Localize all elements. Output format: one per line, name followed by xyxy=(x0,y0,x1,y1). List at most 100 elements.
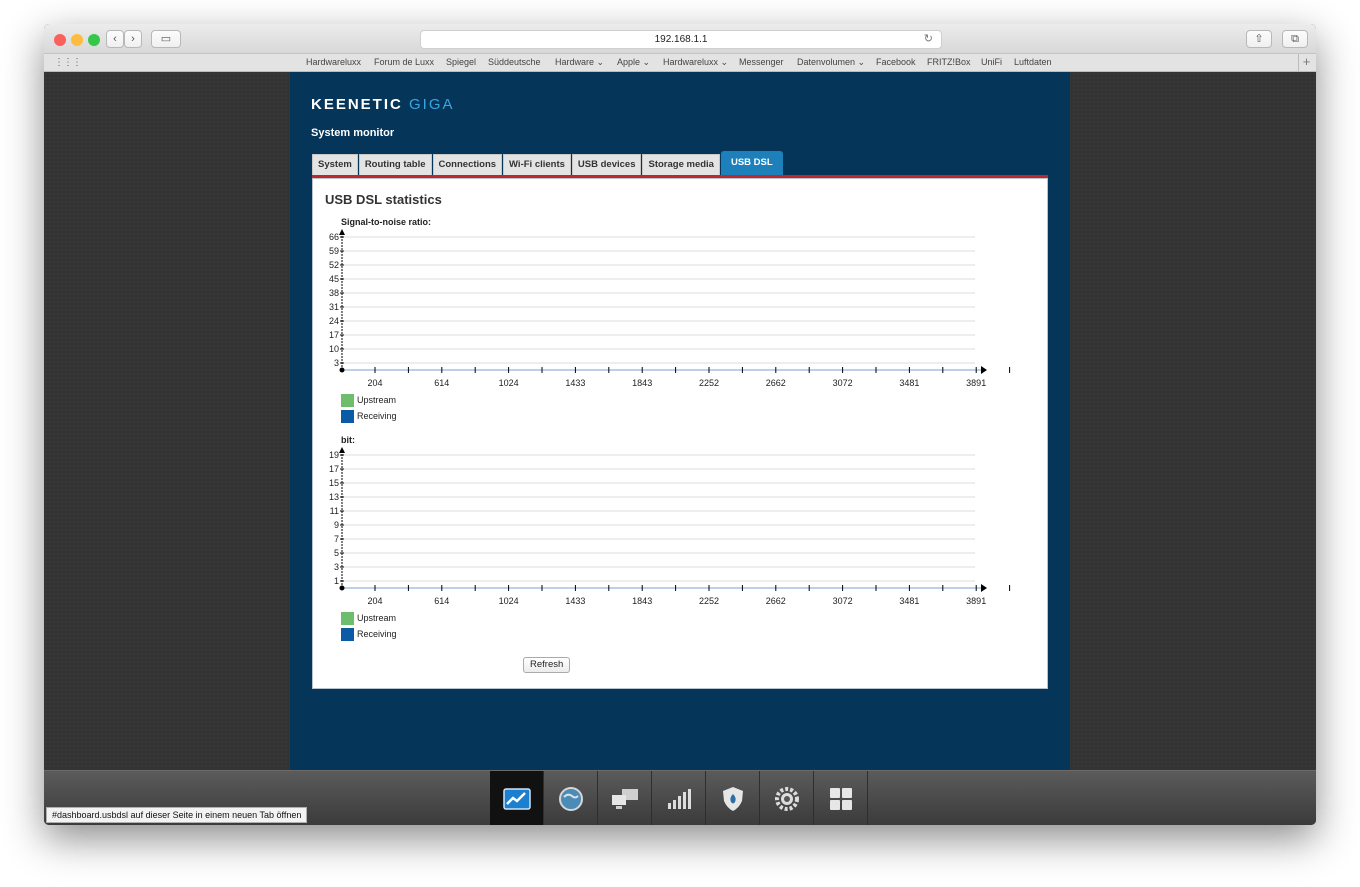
bookmark-item[interactable]: FRITZ!Box xyxy=(927,57,971,67)
x-tick-label: 2252 xyxy=(699,378,719,388)
x-tick-label: 614 xyxy=(434,596,449,606)
monitor-chart-icon xyxy=(502,787,531,810)
bookmark-item[interactable]: Hardware ⌄ xyxy=(555,57,604,68)
dock-home-network[interactable] xyxy=(598,771,652,825)
globe-icon xyxy=(558,786,583,811)
bookmark-item[interactable]: Hardwareluxx xyxy=(306,57,361,67)
bookmark-item[interactable]: Forum de Luxx xyxy=(374,57,434,67)
tabs-overview-button[interactable]: ⧉ xyxy=(1282,30,1308,48)
legend-swatch xyxy=(341,611,354,625)
tab-wifi-clients[interactable]: Wi-Fi clients xyxy=(503,154,571,175)
reload-icon[interactable]: ↻ xyxy=(924,31,933,48)
back-button[interactable]: ‹ xyxy=(106,30,124,48)
apps-grid-icon xyxy=(829,787,852,810)
address-bar[interactable]: 192.168.1.1 ↻ xyxy=(420,30,942,49)
tab-usb-devices[interactable]: USB devices xyxy=(571,154,642,175)
snr-chart: Signal-to-noise ratio: 3 10 17 24 31 38 45 52 59… xyxy=(315,217,1015,424)
x-tick-label: 1433 xyxy=(565,596,585,606)
x-tick-label: 2252 xyxy=(699,596,719,606)
y-tick-label: 59 xyxy=(329,246,339,256)
bookmark-item[interactable]: Spiegel xyxy=(446,57,476,67)
chart-legend: Upstream Receiving xyxy=(341,392,397,424)
minimize-window-button[interactable] xyxy=(71,34,83,46)
y-tick-label: 38 xyxy=(329,288,339,298)
tab-system[interactable]: System xyxy=(312,154,358,175)
chevron-right-icon: › xyxy=(131,33,135,45)
dock-internet[interactable] xyxy=(544,771,598,825)
x-tick-label: 204 xyxy=(367,378,382,388)
dock-apps[interactable] xyxy=(814,771,868,825)
top-sites-icon[interactable]: ⋮⋮⋮ xyxy=(54,57,82,68)
snr-chart-plot: 3 10 17 24 31 38 45 52 59 66 204 614 1024 1433 1843 225… xyxy=(329,229,1011,388)
dock-security[interactable] xyxy=(706,771,760,825)
sidebar-toggle-button[interactable]: ▭ xyxy=(151,30,181,48)
close-window-button[interactable] xyxy=(54,34,66,46)
chevron-left-icon: ‹ xyxy=(113,33,117,45)
axis-origin xyxy=(339,367,345,373)
bookmark-item[interactable]: Luftdaten xyxy=(1014,57,1052,67)
refresh-button[interactable]: Refresh xyxy=(523,657,571,673)
forward-button[interactable]: › xyxy=(124,30,142,48)
x-tick-label: 3891 xyxy=(966,378,986,388)
new-tab-button[interactable]: + xyxy=(1298,54,1314,71)
bit-chart-plot: 135791113151719204 614 1024 1433 1843 2252 266… xyxy=(329,447,1011,606)
share-button[interactable]: ⇧ xyxy=(1246,30,1272,48)
legend-item: Upstream xyxy=(341,392,397,408)
page-title: System monitor xyxy=(311,127,395,139)
tab-routing-table[interactable]: Routing table xyxy=(358,154,432,175)
y-axis-arrow xyxy=(339,447,345,453)
x-tick-label: 2662 xyxy=(766,378,786,388)
legend-item: Receiving xyxy=(341,408,397,424)
x-tick-label: 3072 xyxy=(833,596,853,606)
y-tick-label: 9 xyxy=(334,520,339,530)
x-tick-label: 3072 xyxy=(833,378,853,388)
zoom-window-button[interactable] xyxy=(88,34,100,46)
y-tick-label: 66 xyxy=(329,232,339,242)
x-tick-label: 614 xyxy=(434,378,449,388)
x-tick-label: 3891 xyxy=(966,596,986,606)
x-tick-label: 3481 xyxy=(899,596,919,606)
x-tick-label: 1024 xyxy=(499,378,519,388)
legend-item: Receiving xyxy=(341,626,397,642)
y-tick-label: 17 xyxy=(329,464,339,474)
bookmark-item[interactable]: Apple ⌄ xyxy=(617,57,650,68)
bookmark-item[interactable]: Messenger xyxy=(739,57,784,67)
x-tick-label: 3481 xyxy=(899,378,919,388)
dock-monitor[interactable] xyxy=(490,771,544,825)
chart-legend: Upstream Receiving xyxy=(341,610,397,642)
x-tick-label: 1024 xyxy=(499,596,519,606)
tab-usb-dsl[interactable]: USB DSL xyxy=(720,151,783,175)
y-tick-label: 15 xyxy=(329,478,339,488)
legend-swatch xyxy=(341,409,354,423)
y-tick-label: 13 xyxy=(329,492,339,502)
dock-wifi[interactable] xyxy=(652,771,706,825)
bookmark-item[interactable]: Facebook xyxy=(876,57,916,67)
x-tick-label: 1843 xyxy=(632,378,652,388)
url-text: 192.168.1.1 xyxy=(654,34,708,45)
x-axis-arrow xyxy=(981,366,987,374)
bookmark-item[interactable]: UniFi xyxy=(981,57,1002,67)
browser-toolbar: ‹ › ▭ 192.168.1.1 ↻ ⇧ ⧉ xyxy=(44,24,1316,54)
y-tick-label: 3 xyxy=(334,358,339,368)
y-tick-label: 52 xyxy=(329,260,339,270)
axis-origin xyxy=(339,585,345,591)
y-axis-arrow xyxy=(339,229,345,235)
tab-storage-media[interactable]: Storage media xyxy=(642,154,720,175)
y-tick-label: 24 xyxy=(329,316,339,326)
bookmark-item[interactable]: Hardwareluxx ⌄ xyxy=(663,57,728,68)
bookmarks-bar: ⋮⋮⋮ Hardwareluxx Forum de Luxx Spiegel S… xyxy=(44,54,1316,72)
y-tick-label: 11 xyxy=(330,506,339,516)
bookmark-item[interactable]: Süddeutsche xyxy=(488,57,541,67)
bit-chart: bit: 1 3 5 7 9 11 13 15 17 19 204 614 1024 1433 1843 22… xyxy=(315,435,1015,642)
gear-icon xyxy=(774,786,799,811)
y-tick-label: 5 xyxy=(334,548,339,558)
page-content: KEENETIC GIGA System monitor System Rout… xyxy=(44,72,1316,770)
link-status-bar: #dashboard.usbdsl auf dieser Seite in ei… xyxy=(46,807,308,823)
dock-settings[interactable] xyxy=(760,771,814,825)
shield-icon xyxy=(722,786,743,811)
sidebar-icon: ▭ xyxy=(160,33,172,45)
tab-connections[interactable]: Connections xyxy=(432,154,503,175)
x-tick-label: 1433 xyxy=(565,378,585,388)
bookmark-item[interactable]: Datenvolumen ⌄ xyxy=(797,57,865,68)
browser-window: ‹ › ▭ 192.168.1.1 ↻ ⇧ ⧉ ⋮⋮⋮ Hardwareluxx… xyxy=(44,24,1316,825)
